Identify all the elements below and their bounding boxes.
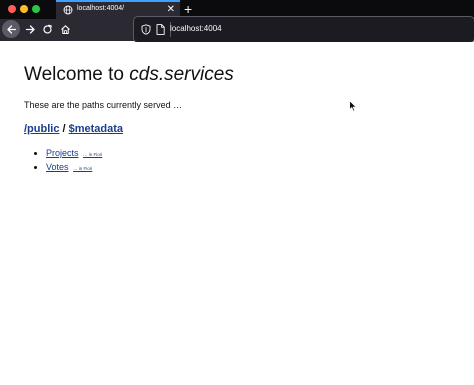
entity-link-votes[interactable]: Votes bbox=[46, 162, 69, 172]
fiori-link-votes[interactable]: … in Fiori bbox=[73, 166, 92, 171]
public-link[interactable]: /public bbox=[24, 123, 59, 135]
service-paths: /public / $metadata bbox=[24, 123, 123, 135]
arrow-left-icon bbox=[6, 24, 16, 34]
close-window-button[interactable] bbox=[8, 5, 16, 13]
globe-icon bbox=[63, 5, 73, 15]
maximize-window-button[interactable] bbox=[32, 5, 40, 13]
intro-text: These are the paths currently served … bbox=[24, 100, 183, 110]
entity-list: Projects … in Fiori Votes … in Fiori bbox=[24, 147, 102, 175]
home-button[interactable] bbox=[56, 20, 74, 38]
path-separator: / bbox=[59, 123, 69, 135]
tab-title: localhost:4004/ bbox=[77, 5, 125, 12]
shield-icon[interactable] bbox=[141, 24, 151, 35]
close-icon[interactable]: ✕ bbox=[167, 3, 175, 17]
url-input[interactable]: localhost:4004 bbox=[170, 24, 222, 33]
back-button[interactable] bbox=[2, 20, 20, 38]
mouse-cursor-icon bbox=[349, 100, 357, 112]
page-content: Welcome to cds.services These are the pa… bbox=[0, 42, 474, 385]
title-emphasis: cds.services bbox=[129, 64, 234, 85]
page-title: Welcome to cds.services bbox=[24, 64, 234, 86]
list-item: Votes … in Fiori bbox=[46, 161, 102, 175]
forward-button[interactable] bbox=[21, 20, 39, 38]
page-icon[interactable] bbox=[156, 24, 165, 35]
home-icon bbox=[60, 24, 70, 34]
entity-link-projects[interactable]: Projects bbox=[46, 148, 79, 158]
browser-window: localhost:4004/ ✕ + localhost:4004 Welco… bbox=[0, 0, 474, 385]
fiori-link-projects[interactable]: … in Fiori bbox=[83, 152, 102, 157]
minimize-window-button[interactable] bbox=[20, 5, 28, 13]
metadata-link[interactable]: $metadata bbox=[69, 123, 123, 135]
title-prefix: Welcome to bbox=[24, 64, 130, 85]
reload-button[interactable] bbox=[38, 20, 56, 38]
list-item: Projects … in Fiori bbox=[46, 147, 102, 161]
arrow-right-icon bbox=[25, 24, 35, 34]
url-bar[interactable]: localhost:4004 bbox=[134, 17, 474, 42]
reload-icon bbox=[42, 24, 52, 34]
plus-icon[interactable]: + bbox=[184, 0, 192, 18]
